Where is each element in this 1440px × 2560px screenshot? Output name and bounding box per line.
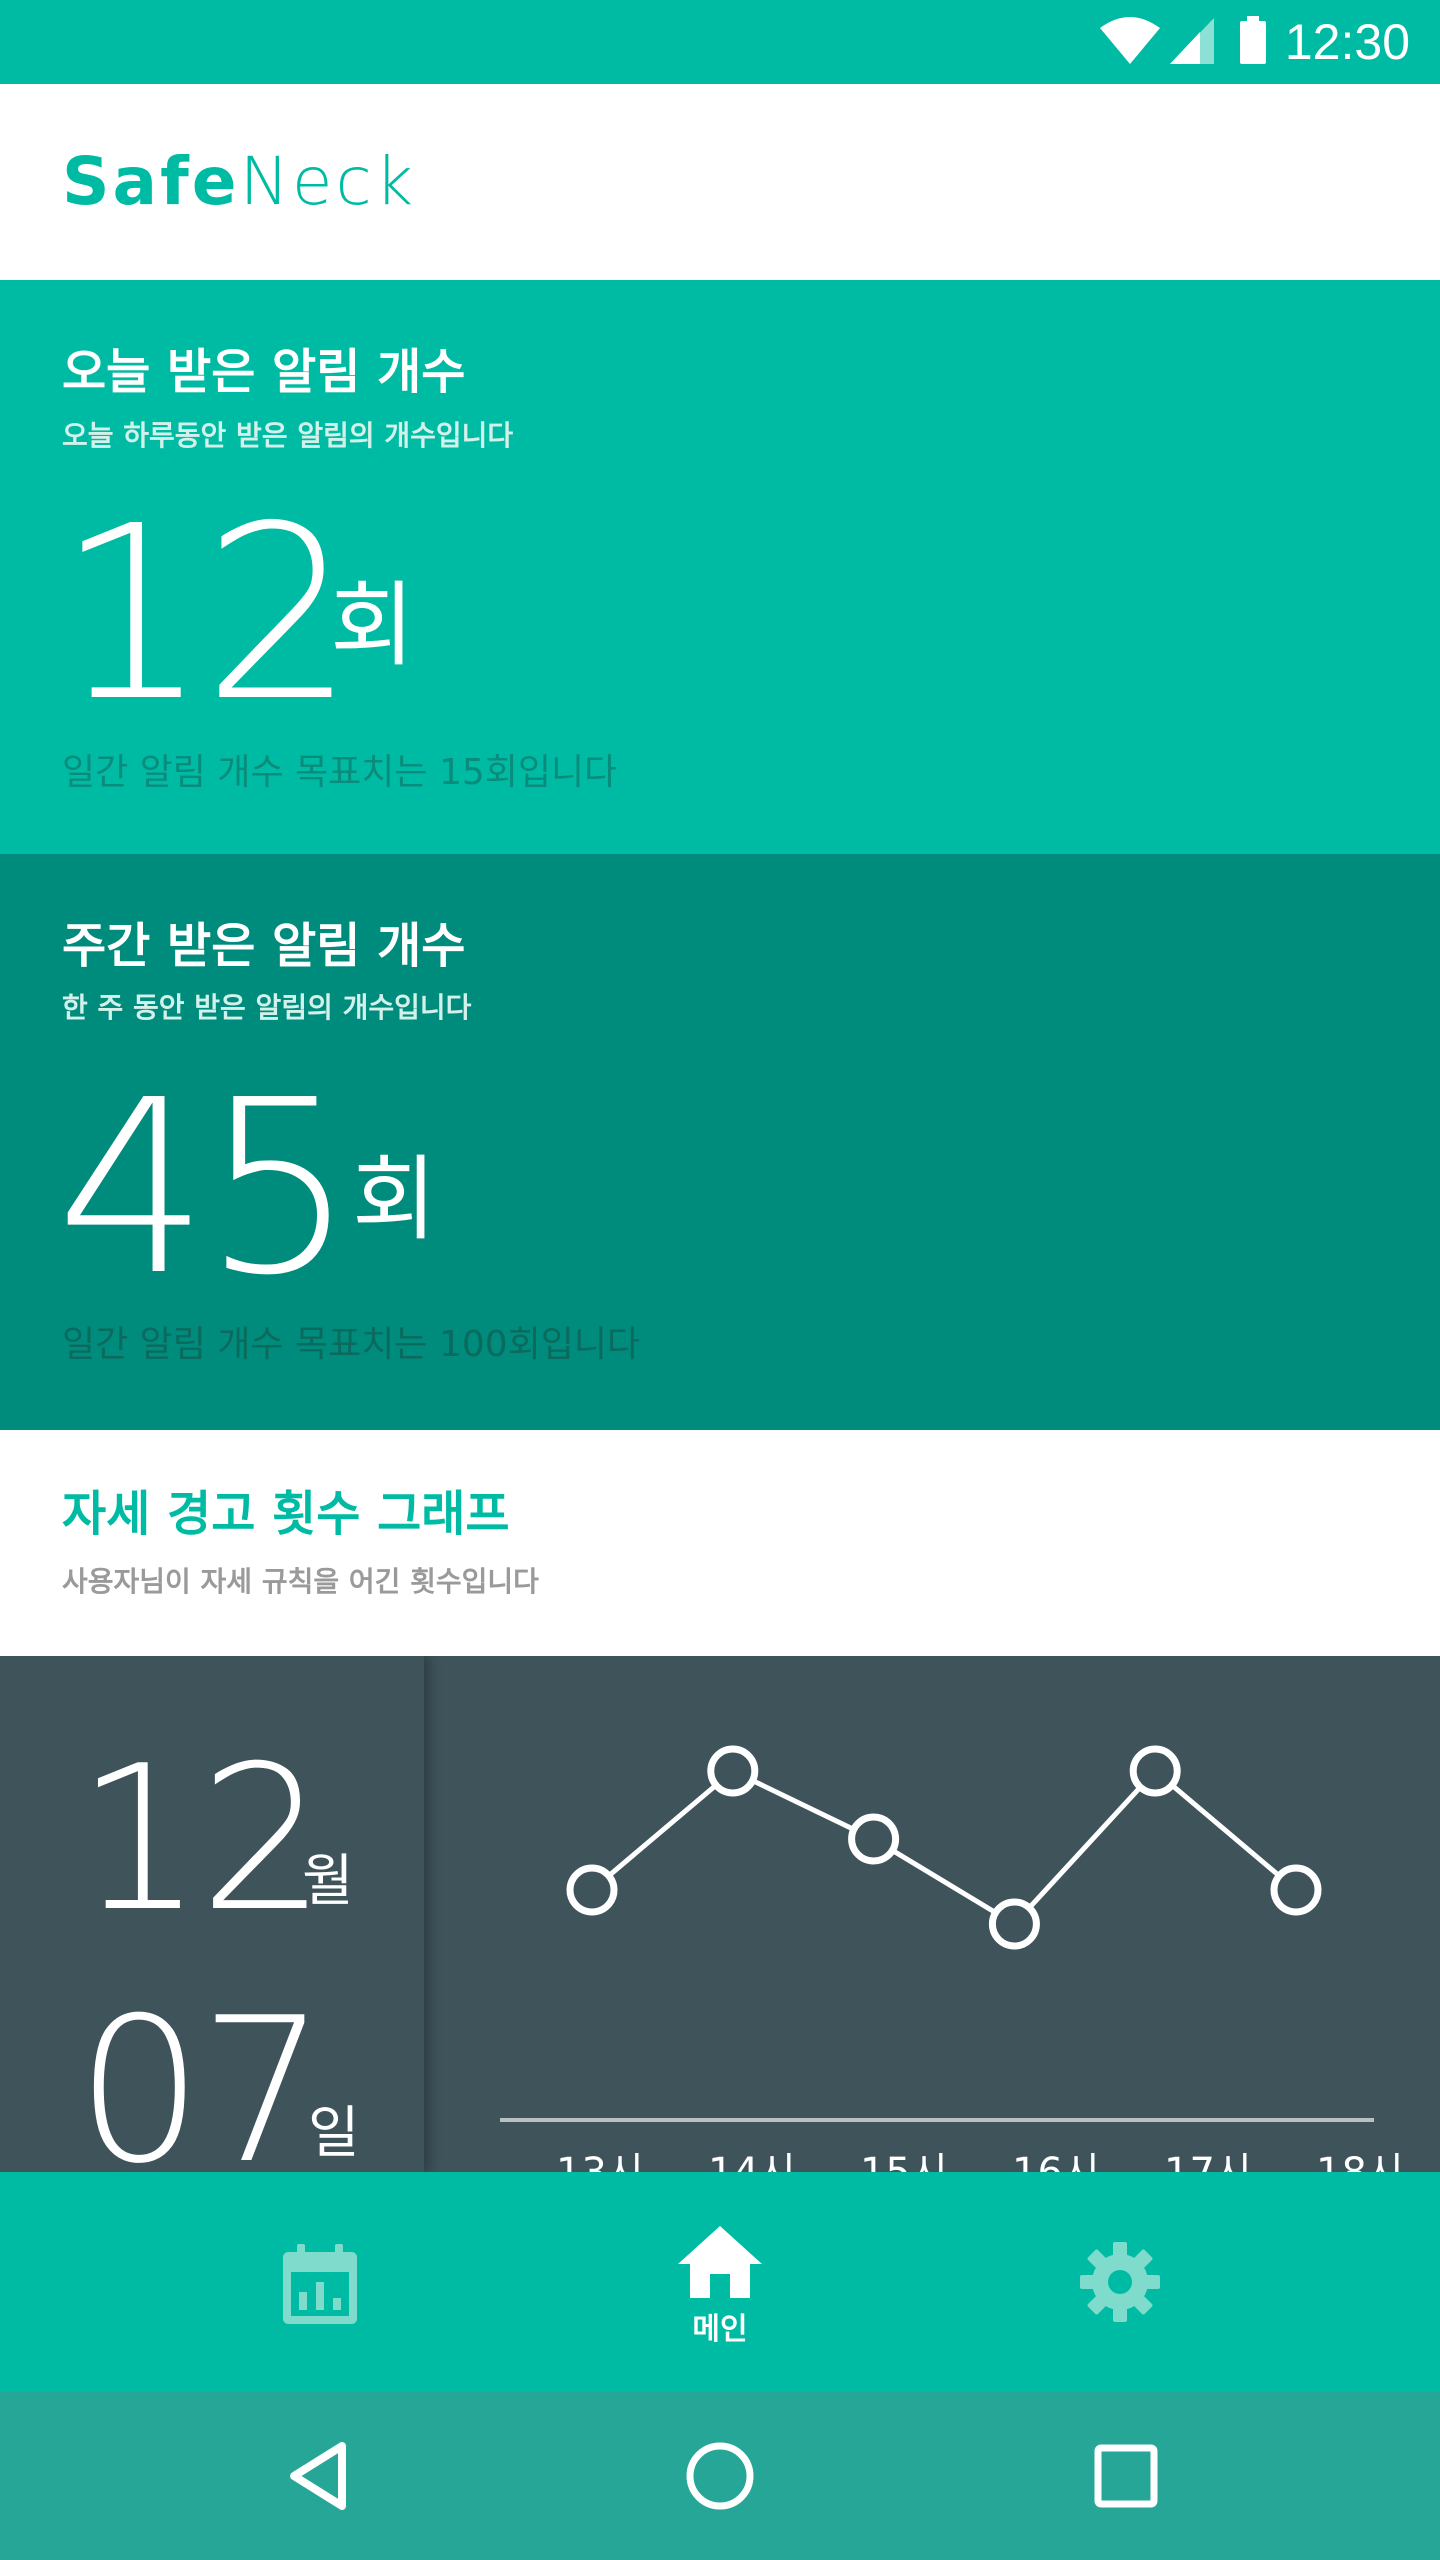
date-month: 12 xyxy=(76,1723,326,1956)
graph-subtitle: 사용자님이 자세 규칙을 어긴 횟수입니다 xyxy=(62,1565,539,1598)
gear-icon xyxy=(1080,2242,1160,2322)
system-home-button[interactable] xyxy=(650,2392,790,2560)
today-count-unit: 회 xyxy=(330,572,415,679)
nav-item-main[interactable]: 메인 xyxy=(620,2172,820,2392)
chart-point xyxy=(1129,1745,1181,1797)
chart-x-tick-label: 17시 xyxy=(1164,2150,1252,2172)
week-goal-text: 일간 알림 개수 목표치는 100회입니다 xyxy=(62,1324,641,1365)
status-time: 12:30 xyxy=(1284,14,1410,70)
chart-x-tick-label: 13시 xyxy=(556,2150,644,2172)
app-bar: SafeNeck xyxy=(0,84,1440,280)
graph-header: 자세 경고 횟수 그래프 사용자님이 자세 규칙을 어긴 횟수입니다 xyxy=(0,1430,1440,1656)
graph-title: 자세 경고 횟수 그래프 xyxy=(62,1486,510,1542)
signal-icon xyxy=(1170,18,1214,64)
back-triangle-icon xyxy=(290,2442,346,2510)
week-card-title: 주간 받은 알림 개수 xyxy=(62,918,466,974)
app-title-light: Neck xyxy=(239,143,417,220)
week-count: 45 xyxy=(56,1048,355,1328)
chart-x-tick-label: 18시 xyxy=(1316,2150,1404,2172)
home-icon xyxy=(678,2226,762,2298)
chart-point xyxy=(1270,1864,1322,1916)
week-count-unit: 회 xyxy=(352,1146,437,1253)
home-circle-icon xyxy=(686,2442,754,2510)
system-recents-button[interactable] xyxy=(1056,2392,1196,2560)
date-month-unit: 월 xyxy=(302,1849,354,1914)
chart-point xyxy=(848,1813,900,1865)
graph-body: 12 월 07 일 13시 14시 15시 16시 17시 18시 xyxy=(0,1656,1440,2172)
app-title: SafeNeck xyxy=(62,142,416,222)
date-panel: 12 월 07 일 xyxy=(0,1656,424,2172)
wifi-icon xyxy=(1100,17,1160,64)
chart-x-tick-label: 15시 xyxy=(860,2150,948,2172)
chart-series-line xyxy=(590,1768,1298,1927)
app-title-bold: Safe xyxy=(62,143,240,220)
chart-point xyxy=(988,1898,1040,1950)
status-bar: 12:30 xyxy=(0,0,1440,84)
system-nav-bar xyxy=(0,2392,1440,2560)
date-day: 07 xyxy=(76,1975,326,2173)
line-chart-svg: 13시 14시 15시 16시 17시 18시 xyxy=(500,1745,1404,2172)
today-alerts-card: 오늘 받은 알림 개수 오늘 하루동안 받은 알림의 개수입니다 12 회 일간… xyxy=(0,280,1440,854)
week-alerts-card: 주간 받은 알림 개수 한 주 동안 받은 알림의 개수입니다 45 회 일간 … xyxy=(0,854,1440,1430)
today-goal-text: 일간 알림 개수 목표치는 15회입니다 xyxy=(62,752,618,793)
chart-point xyxy=(566,1864,618,1916)
nav-item-settings[interactable] xyxy=(1020,2172,1220,2392)
chart-point xyxy=(707,1745,759,1797)
bottom-nav: 메인 xyxy=(0,2172,1440,2392)
today-card-subtitle: 오늘 하루동안 받은 알림의 개수입니다 xyxy=(62,419,514,452)
line-chart: 13시 14시 15시 16시 17시 18시 xyxy=(424,1656,1440,2172)
chart-x-tick-label: 14시 xyxy=(708,2150,796,2172)
chart-x-tick-label: 16시 xyxy=(1012,2150,1100,2172)
today-count: 12 xyxy=(56,474,355,754)
system-back-button[interactable] xyxy=(248,2392,388,2560)
nav-label-main: 메인 xyxy=(692,2312,748,2347)
calendar-chart-icon xyxy=(283,2244,357,2324)
recents-square-icon xyxy=(1094,2444,1158,2508)
today-card-title: 오늘 받은 알림 개수 xyxy=(62,344,466,400)
battery-icon xyxy=(1240,16,1266,64)
week-card-subtitle: 한 주 동안 받은 알림의 개수입니다 xyxy=(62,991,472,1024)
nav-item-stats[interactable] xyxy=(220,2172,420,2392)
date-day-unit: 일 xyxy=(308,2101,360,2166)
